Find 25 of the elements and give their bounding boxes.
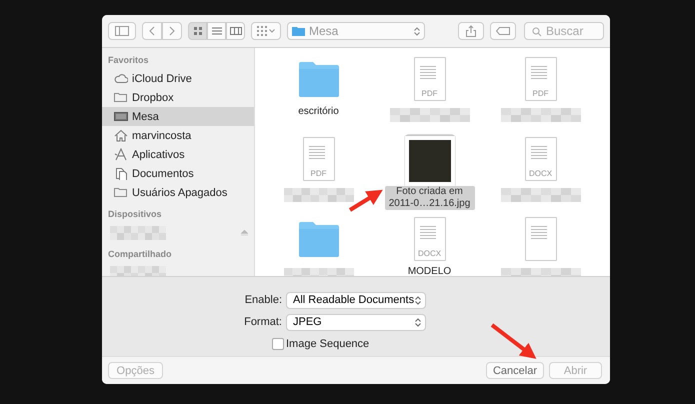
format-popup[interactable]: JPEG: [286, 314, 426, 330]
file-name: Foto criada em 2011-0…21.16.jpg: [384, 186, 474, 210]
file-name: MODELO: [408, 266, 452, 276]
sidebar-item[interactable]: Dropbox: [102, 88, 254, 107]
enable-popup[interactable]: All Readable Documents: [286, 292, 426, 308]
checkbox-label: Image Sequence: [286, 338, 370, 350]
document-icon: PDF: [524, 57, 556, 101]
sidebar-item[interactable]: Mesa: [102, 107, 254, 126]
file-name: escritório: [298, 106, 339, 118]
sidebar-item[interactable]: iCloud Drive: [102, 69, 254, 88]
document-icon: DOCX: [524, 137, 556, 181]
cancel-button[interactable]: Cancelar: [486, 362, 544, 379]
field-label: Enable:: [244, 294, 282, 306]
document-icon: DOCX: [414, 217, 446, 261]
sidebar-item[interactable]: Documentos: [102, 164, 254, 183]
sidebar-heading: Favoritos: [107, 54, 150, 67]
field-label: Format:: [244, 316, 282, 328]
search-field[interactable]: Buscar: [524, 22, 604, 40]
document-icon: PDF: [302, 137, 334, 181]
document-icon: PDF: [414, 57, 446, 101]
sidebar-heading: Dispositivos: [107, 208, 163, 221]
sidebar-item[interactable]: marvincosta: [102, 126, 254, 145]
sidebar-item[interactable]: Usuários Apagados: [102, 183, 254, 202]
sidebar-heading: Compartilhado: [107, 248, 173, 261]
sidebar-item[interactable]: Aplicativos: [102, 145, 254, 164]
